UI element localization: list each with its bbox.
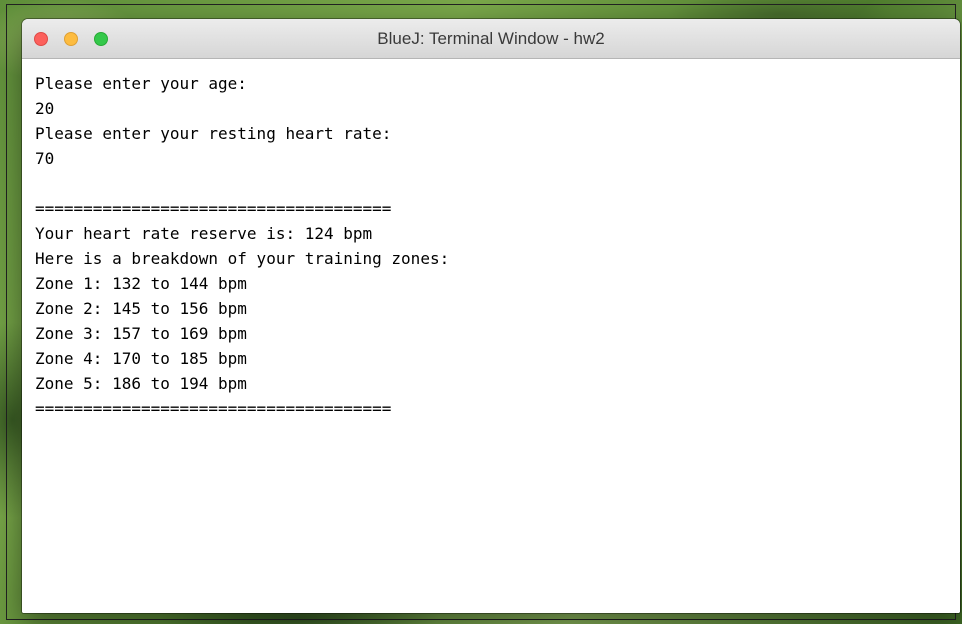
terminal-line: Please enter your resting heart rate: <box>35 124 392 143</box>
terminal-separator: ===================================== <box>35 399 392 418</box>
terminal-separator: ===================================== <box>35 199 392 218</box>
terminal-output[interactable]: Please enter your age: 20 Please enter y… <box>22 59 960 613</box>
terminal-line: Zone 3: 157 to 169 bpm <box>35 324 247 343</box>
terminal-line: Here is a breakdown of your training zon… <box>35 249 450 268</box>
terminal-line: Your heart rate reserve is: 124 bpm <box>35 224 373 243</box>
terminal-line: 20 <box>35 99 55 118</box>
terminal-line: Zone 5: 186 to 194 bpm <box>35 374 247 393</box>
title-bar[interactable]: BlueJ: Terminal Window - hw2 <box>22 19 960 59</box>
window-title: BlueJ: Terminal Window - hw2 <box>377 29 605 48</box>
terminal-line: 70 <box>35 149 55 168</box>
terminal-line: Please enter your age: <box>35 74 247 93</box>
terminal-line: Zone 4: 170 to 185 bpm <box>35 349 247 368</box>
terminal-window: BlueJ: Terminal Window - hw2 Please ente… <box>22 19 960 613</box>
terminal-line: Zone 1: 132 to 144 bpm <box>35 274 247 293</box>
terminal-line: Zone 2: 145 to 156 bpm <box>35 299 247 318</box>
